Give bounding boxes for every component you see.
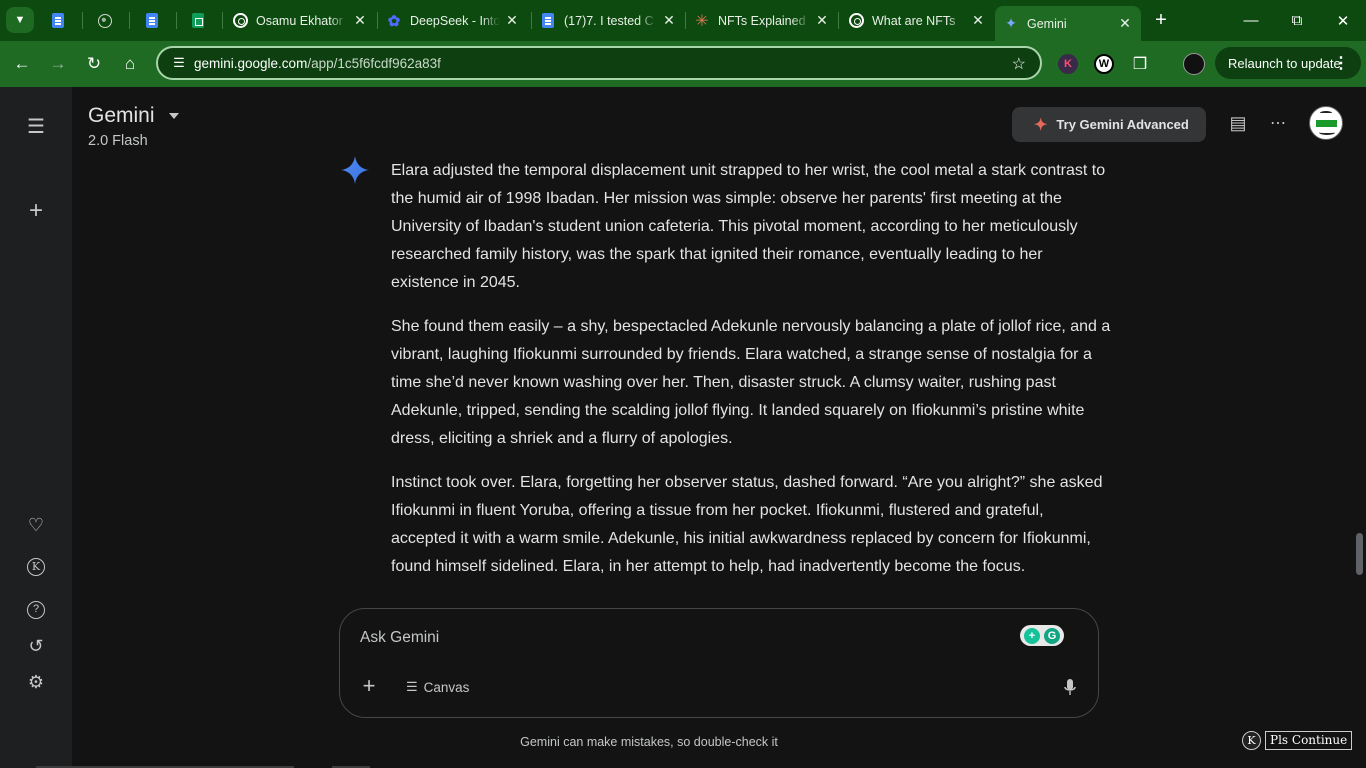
browser-tab[interactable]: [190, 6, 210, 35]
tab-title: DeepSeek - Into: [410, 13, 500, 28]
browser-tab[interactable]: What are NFTs ✕: [848, 6, 986, 35]
response-paragraph: Instinct took over. Elara, forgetting he…: [391, 474, 1103, 575]
tab-title: (17)7. I tested C: [564, 13, 654, 28]
temporary-chat-icon[interactable]: ▤: [1227, 112, 1249, 134]
activity-history-icon[interactable]: ↺: [24, 634, 48, 658]
kaspersky-extension-icon[interactable]: K: [1058, 54, 1078, 74]
model-name: 2.0 Flash: [88, 133, 148, 149]
browser-tab[interactable]: [144, 6, 164, 35]
new-chat-icon[interactable]: +: [24, 197, 48, 224]
help-icon[interactable]: ?: [24, 598, 48, 622]
address-bar[interactable]: ☰ gemini.google.com/app/1c5f6fcdf962a83f…: [156, 46, 1042, 80]
settings-gear-icon[interactable]: ⚙: [24, 670, 48, 694]
canvas-label: Canvas: [423, 679, 470, 695]
openai-icon: [848, 13, 864, 29]
docs-icon: [144, 13, 160, 29]
close-icon[interactable]: ✕: [970, 12, 986, 29]
account-avatar[interactable]: [1309, 106, 1343, 140]
restore-button[interactable]: ⧉: [1274, 0, 1320, 41]
menu-icon[interactable]: ☰: [24, 114, 48, 138]
kaspersky-icon[interactable]: K: [24, 555, 48, 579]
model-selector[interactable]: Gemini: [88, 104, 179, 128]
tab-title: What are NFTs: [872, 13, 956, 28]
gemini-sidebar: ☰ + ♡ K ? ↺ ⚙: [0, 87, 72, 768]
prompt-input[interactable]: Ask Gemini: [360, 629, 439, 647]
grammarly-icon: G: [1044, 627, 1060, 644]
close-icon[interactable]: ✕: [661, 12, 677, 29]
globe-icon: [97, 13, 113, 29]
canvas-icon: ☰: [406, 679, 418, 694]
browser-tab[interactable]: ✳ NFTs Explained ✕: [694, 6, 830, 35]
try-advanced-label: Try Gemini Advanced: [1056, 117, 1189, 132]
browser-tab[interactable]: ✿ DeepSeek - Into ✕: [386, 6, 520, 35]
close-icon[interactable]: ✕: [1117, 15, 1133, 32]
close-icon[interactable]: ✕: [352, 12, 368, 29]
grammarly-widget[interactable]: + G: [1020, 625, 1064, 646]
minimize-button[interactable]: —: [1228, 0, 1274, 41]
sparkle-icon: ✦: [1034, 116, 1048, 134]
gemini-icon: ✦: [1005, 15, 1017, 31]
k-badge-icon: K: [1242, 731, 1261, 750]
forward-button[interactable]: →: [44, 50, 72, 78]
kebab-menu-icon[interactable]: ⋮: [1333, 53, 1349, 73]
response-paragraph: She found them easily – a shy, bespectac…: [391, 318, 1111, 447]
close-icon[interactable]: ✕: [814, 12, 830, 29]
new-tab-button[interactable]: +: [1150, 8, 1172, 32]
relaunch-label: Relaunch to update: [1228, 55, 1341, 71]
browser-tab[interactable]: (17)7. I tested C ✕: [540, 6, 677, 35]
sheets-icon: [190, 13, 206, 29]
tab-title: NFTs Explained: [718, 13, 806, 28]
response-paragraph: Elara adjusted the temporal displacement…: [391, 162, 1106, 291]
grammarly-plus-icon: +: [1024, 627, 1040, 644]
apps-grid-icon[interactable]: ⋯: [1267, 112, 1289, 134]
gemini-star-icon: [341, 156, 369, 184]
docs-icon: [540, 13, 556, 29]
docs-icon: [50, 13, 66, 29]
url-text: gemini.google.com/app/1c5f6fcdf962a83f: [194, 55, 441, 71]
star-icon[interactable]: ☆: [1012, 54, 1026, 74]
scrollbar-thumb[interactable]: [1356, 533, 1363, 575]
try-advanced-button[interactable]: ✦ Try Gemini Advanced: [1012, 107, 1206, 142]
tab-title: Gemini: [1027, 16, 1067, 31]
relaunch-button[interactable]: Relaunch to update ⋮: [1215, 47, 1361, 79]
browser-tab[interactable]: Osamu Ekhator ✕: [232, 6, 368, 35]
response-text: Elara adjusted the temporal displacement…: [391, 157, 1111, 605]
home-button[interactable]: ⌂: [116, 50, 144, 78]
tab-search-button[interactable]: ▼: [6, 7, 34, 33]
back-button[interactable]: ←: [8, 50, 36, 78]
tab-title: Osamu Ekhator: [256, 13, 343, 28]
browser-tab[interactable]: [50, 6, 70, 35]
caret-down-icon: [168, 113, 179, 120]
close-icon[interactable]: ✕: [504, 12, 520, 29]
browser-tab[interactable]: [97, 6, 117, 35]
extensions-puzzle-icon[interactable]: ❒: [1130, 54, 1150, 74]
pls-continue-widget: K Pls Continue: [1242, 731, 1353, 750]
chevron-down-icon: ▼: [14, 14, 26, 26]
disclaimer-text: Gemini can make mistakes, so double-chec…: [520, 735, 778, 749]
reload-button[interactable]: ↻: [80, 50, 108, 78]
gem-manager-icon[interactable]: ♡: [24, 513, 48, 537]
site-settings-icon[interactable]: ☰: [164, 55, 194, 71]
deepseek-icon: ✿: [387, 12, 401, 30]
close-window-button[interactable]: ✕: [1320, 0, 1366, 41]
extension-w-icon[interactable]: W: [1094, 54, 1114, 74]
profile-avatar[interactable]: [1183, 53, 1205, 75]
app-title: Gemini: [88, 104, 155, 127]
claude-icon: ✳: [695, 12, 709, 30]
prompt-composer[interactable]: Ask Gemini + G + ☰ Canvas: [339, 608, 1099, 718]
openai-icon: [232, 13, 248, 29]
microphone-icon[interactable]: [1064, 679, 1076, 697]
tab-strip: ▼ Osamu Ekhator ✕ ✿ DeepSeek - Into ✕ (1…: [0, 0, 1366, 41]
add-attachment-icon[interactable]: +: [358, 675, 380, 697]
pls-continue-button[interactable]: Pls Continue: [1265, 731, 1353, 750]
browser-tab-active[interactable]: ✦ Gemini ✕: [995, 6, 1141, 41]
canvas-button[interactable]: ☰ Canvas: [406, 679, 469, 695]
browser-toolbar: ← → ↻ ⌂ ☰ gemini.google.com/app/1c5f6fcd…: [0, 41, 1366, 87]
gemini-main: Gemini 2.0 Flash ✦ Try Gemini Advanced ▤…: [72, 87, 1366, 768]
